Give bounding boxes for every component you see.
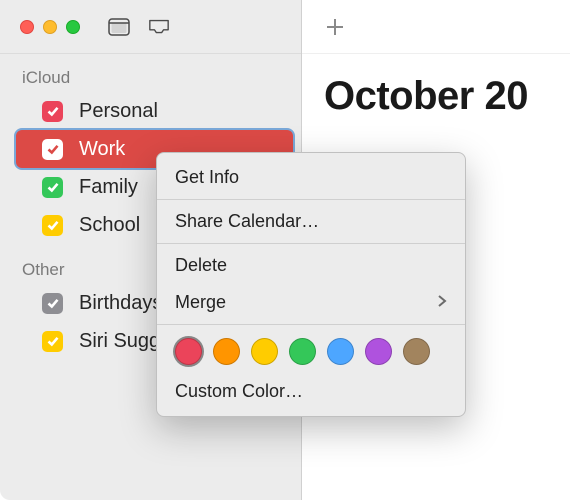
menu-custom-color[interactable]: Custom Color… [157,373,465,410]
month-title: October 20 [324,74,528,118]
menu-get-info[interactable]: Get Info [157,159,465,196]
inbox-icon[interactable] [148,16,170,38]
checkbox-icon[interactable] [42,293,63,314]
checkbox-icon[interactable] [42,331,63,352]
color-swatch-orange[interactable] [213,338,240,365]
menu-separator [157,324,465,325]
color-swatch-row [157,328,465,373]
color-swatch-purple[interactable] [365,338,392,365]
menu-label: Get Info [175,167,239,188]
checkbox-icon[interactable] [42,215,63,236]
calendar-label: Family [79,176,138,199]
checkbox-icon[interactable] [42,177,63,198]
menu-separator [157,243,465,244]
color-swatch-brown[interactable] [403,338,430,365]
titlebar [0,0,301,54]
calendar-item-personal[interactable]: Personal [0,92,301,130]
menu-merge[interactable]: Merge [157,284,465,321]
window-controls [20,20,80,34]
color-swatch-blue[interactable] [327,338,354,365]
menu-label: Delete [175,255,227,276]
color-swatch-yellow[interactable] [251,338,278,365]
menu-label: Merge [175,292,226,313]
zoom-icon[interactable] [66,20,80,34]
main-toolbar [302,0,570,54]
minimize-icon[interactable] [43,20,57,34]
menu-label: Share Calendar… [175,211,319,232]
calendar-label: School [79,214,140,237]
menu-share-calendar[interactable]: Share Calendar… [157,203,465,240]
chevron-right-icon [437,292,447,313]
calendar-label: Personal [79,100,158,123]
menu-separator [157,199,465,200]
color-swatch-green[interactable] [289,338,316,365]
calendars-toggle-icon[interactable] [108,16,130,38]
color-swatch-red[interactable] [175,338,202,365]
month-header: October 20 [302,54,570,119]
close-icon[interactable] [20,20,34,34]
menu-label: Custom Color… [175,381,303,402]
checkbox-icon[interactable] [42,101,63,122]
group-label-icloud: iCloud [0,62,301,92]
add-event-button[interactable] [324,16,346,38]
calendar-label: Birthdays [79,292,162,315]
checkbox-icon[interactable] [42,139,63,160]
calendar-label: Work [79,138,125,161]
menu-delete[interactable]: Delete [157,247,465,284]
context-menu: Get Info Share Calendar… Delete Merge Cu… [156,152,466,417]
